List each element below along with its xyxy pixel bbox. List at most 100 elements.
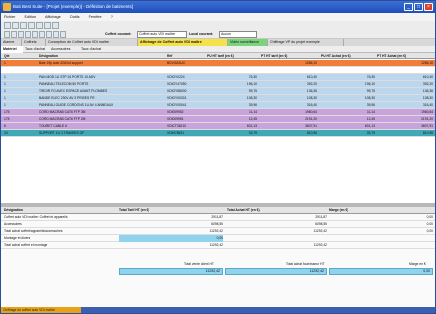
menu-item-edition[interactable]: Edition xyxy=(24,15,36,19)
tab-coffrets[interactable]: Coffrets xyxy=(22,39,46,46)
tab-conception[interactable]: Conception de Coffret auto VDI maître xyxy=(46,39,138,46)
tab-video[interactable]: Vidéo surveillance xyxy=(228,39,268,46)
cell-pt: 108,30 xyxy=(306,96,317,100)
summary-col-designation: Désignation xyxy=(4,208,23,212)
cell-pua: 12,45 xyxy=(366,117,375,121)
cell-pta: 316,40 xyxy=(422,103,433,107)
summary-cell-desc: Total achat coffret et montage xyxy=(4,243,48,247)
table-row[interactable]: 1 BANDE ELEC 230V AV 3 PRISES FR VDIGY0030… xyxy=(1,95,435,102)
col-designation[interactable]: Désignation xyxy=(39,53,169,59)
cell-pta: 3607,91 xyxy=(421,124,433,128)
cell-pu: 76,30 xyxy=(248,75,257,79)
tool-icon-1[interactable] xyxy=(4,31,10,38)
close-button[interactable]: × xyxy=(424,3,433,11)
tool-icon-3[interactable] xyxy=(18,31,24,38)
cell-pt: 136,36 xyxy=(306,89,317,93)
summary-panel: Désignation Total Tarif HT (en €) Total … xyxy=(1,207,435,307)
app-window: Bati Best Suite - [Projet (exemple)] - D… xyxy=(0,0,436,314)
cell-desc: SUPPORT 1U 3 TRAVEES GF xyxy=(39,131,85,135)
table-row[interactable]: 1 PANNEAU TELECOM 50 PORTS VDIGY47050 196,1… xyxy=(1,81,435,88)
cell-desc: CORD MACRAB CAT6 FTP 3M xyxy=(39,110,86,114)
tool-icon-9[interactable] xyxy=(60,31,66,38)
cell-desc: CORD MACRAB CAT6 FTP 2M xyxy=(39,117,86,121)
menu-item-affichage[interactable]: Affichage xyxy=(45,15,61,19)
local-select[interactable]: Aucun xyxy=(219,31,257,38)
col-ref[interactable]: Réf xyxy=(167,53,207,59)
cell-desc: PANNEAU TELECOM 50 PORTS xyxy=(39,82,89,86)
col-pt-tarif[interactable]: PT HT tarif (en €) xyxy=(261,53,317,59)
cell-ref: BDVI42AUC xyxy=(167,61,186,65)
table-row[interactable]: 175 CORD MACRAB CAT6 FTP 2M VDI009951 12,45… xyxy=(1,116,435,123)
print-icon[interactable] xyxy=(28,22,35,29)
col-qty[interactable]: Qté xyxy=(4,53,24,59)
tool-icon-6[interactable] xyxy=(39,31,45,38)
cell-desc: TIROIR FO AVEC ESPACE AVANT PLOMBES xyxy=(39,89,108,93)
cell-pua: 76,30 xyxy=(366,75,375,79)
cell-ref: VDICT36210 xyxy=(167,124,187,128)
cell-pta: 392,20 xyxy=(422,82,433,86)
table-row[interactable]: 6 TOURET CABLE 6 VDICT36210 601,13 3607,91 60… xyxy=(1,123,435,130)
summary-cell-achat: 11292,42 xyxy=(313,243,327,247)
table-row[interactable]: 24 SUPPORT 1U 3 TRAVEES GF VDIH76531 33,79 8… xyxy=(1,130,435,137)
cut-icon[interactable] xyxy=(36,22,43,29)
tool-icon-4[interactable] xyxy=(25,31,31,38)
subtab-taux-achat-1[interactable]: Taux d'achat xyxy=(23,46,49,53)
tab-affichage[interactable]: Affichage de Coffret auto VDI maître xyxy=(138,39,228,46)
cell-pt: 2191,20 xyxy=(305,117,317,121)
menu-item-outils[interactable]: Outils xyxy=(70,15,80,19)
subtab-taux-achat-2[interactable]: Taux d'achat xyxy=(79,46,107,53)
table-row[interactable] xyxy=(1,67,435,74)
cell-qty: 175 xyxy=(4,117,10,121)
summary-cell-tarif: 2911,87 xyxy=(211,215,223,219)
table-row[interactable]: 1 PAN MOD 1U STP 24 PORTS 10 ADV VDIGY0224… xyxy=(1,74,435,81)
cell-pua: 39,96 xyxy=(366,103,375,107)
tab-chiffrage[interactable]: Chiffrage VP du projet exemple xyxy=(268,39,344,46)
cell-pta: 810,96 xyxy=(422,131,433,135)
col-pu-achat[interactable]: PU HT Achat (en €) xyxy=(321,53,377,59)
table-row[interactable]: 1 PANNEAU GUIDE CORDONS 1U AV 4 ANNEAUX VD… xyxy=(1,102,435,109)
summary-cell-marge: 0,00 xyxy=(426,229,433,233)
summary-row: Montage et divers 0,00 xyxy=(1,235,435,242)
cell-ref: VDIGY88000 xyxy=(167,89,187,93)
summary-row: Accessoires 6098,55 6098,55 0,00 xyxy=(1,221,435,228)
subtab-materiel[interactable]: Matériel xyxy=(1,46,23,53)
col-pu-tarif[interactable]: PU HT tarif (en €) xyxy=(207,53,257,59)
cell-qty: 1 xyxy=(4,103,6,107)
tab-alarme[interactable]: Alarme xyxy=(1,39,22,46)
cell-pu: 196,10 xyxy=(246,82,257,86)
col-pt-achat[interactable]: PT HT Achat (en €) xyxy=(377,53,435,59)
table-row[interactable]: 1 Baie 19p auto 42U/lot support BDVI42AUC 1… xyxy=(1,60,435,67)
new-icon[interactable] xyxy=(4,22,11,29)
summary-cell-tarif[interactable]: 0,00 xyxy=(119,235,223,242)
copy-icon[interactable] xyxy=(44,22,51,29)
cell-qty: 1 xyxy=(4,89,6,93)
menu-item-fenetre[interactable]: Fenêtre xyxy=(89,15,102,19)
cell-ref: VDIGY0224 xyxy=(167,75,185,79)
save-icon[interactable] xyxy=(20,22,27,29)
window-title: Bati Best Suite - [Projet (exemple)] - D… xyxy=(13,4,134,9)
cell-pu: 108,30 xyxy=(246,96,257,100)
cell-pt: 3607,91 xyxy=(305,124,317,128)
tool-icon-2[interactable] xyxy=(11,31,17,38)
subtab-accessoires[interactable]: Accessoires xyxy=(49,46,79,53)
cell-desc: Baie 19p auto 42U/lot support xyxy=(39,61,83,65)
cell-ref: VDIGY47050 xyxy=(167,82,187,86)
tool-icon-7[interactable] xyxy=(46,31,52,38)
summary-col-achat: Total Achat HT (en €) xyxy=(227,208,260,212)
open-icon[interactable] xyxy=(12,22,19,29)
minimize-button[interactable]: _ xyxy=(404,3,413,11)
table-row[interactable]: 175 CORD MACRAB CAT6 FTP 3M VDI009952 11,14… xyxy=(1,109,435,116)
table-row[interactable]: 1 TIROIR FO AVEC ESPACE AVANT PLOMBES VDIG… xyxy=(1,88,435,95)
summary-cell-achat: 6098,55 xyxy=(315,222,327,226)
summary-col-marge: Marge (en €) xyxy=(329,208,349,212)
paste-icon[interactable] xyxy=(52,22,59,29)
tool-icon-8[interactable] xyxy=(53,31,59,38)
tool-icon-5[interactable] xyxy=(32,31,38,38)
summary-cell-desc: Total achat coffret/appareils/accessoire… xyxy=(4,229,63,233)
menu-item-fichier[interactable]: Fichier xyxy=(4,15,15,19)
maximize-button[interactable]: □ xyxy=(414,3,423,11)
coffret-select[interactable]: Coffret auto VDI maître xyxy=(137,31,187,38)
cell-desc: BANDE ELEC 230V AV 3 PRISES FR xyxy=(39,96,95,100)
menu-item-help[interactable]: ? xyxy=(111,15,113,19)
cell-desc: TOURET CABLE 6 xyxy=(39,124,67,128)
